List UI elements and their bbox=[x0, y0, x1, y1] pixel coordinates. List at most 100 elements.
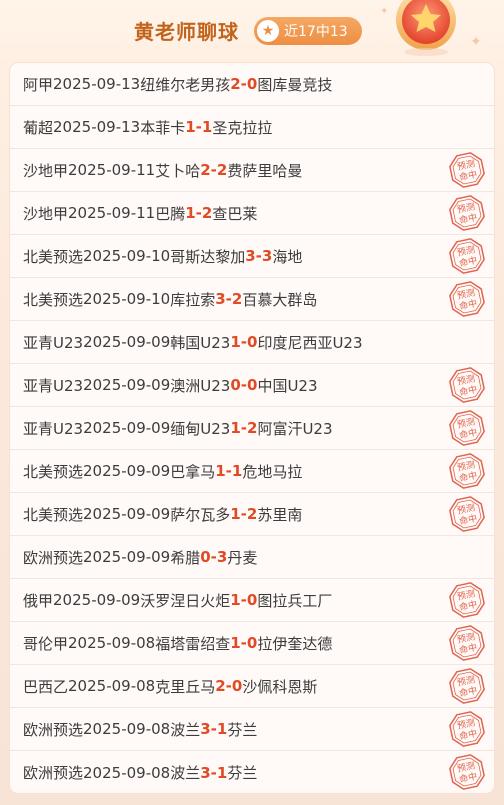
match-date: 2025-09-11 bbox=[68, 204, 156, 222]
match-home-team: 福塔雷绍查 bbox=[155, 634, 231, 653]
match-date: 2025-09-09 bbox=[83, 419, 171, 437]
match-row[interactable]: 俄甲 2025-09-09 沃罗涅日火炬 1 - 0 图拉兵工厂 预测 命中 bbox=[10, 579, 494, 622]
match-date: 2025-09-09 bbox=[83, 548, 171, 566]
prediction-hit-stamp-icon: 预测命中 bbox=[449, 754, 485, 790]
match-league: 欧洲预选 bbox=[23, 720, 84, 739]
match-away-team: 费萨里哈曼 bbox=[227, 161, 303, 180]
match-date: 2025-09-08 bbox=[83, 763, 171, 782]
prediction-hit-stamp-icon: 预测命中 bbox=[449, 281, 485, 317]
match-away-team: 海地 bbox=[272, 247, 303, 266]
match-date: 2025-09-08 bbox=[68, 634, 156, 652]
match-home-team: 哥斯达黎加 bbox=[170, 247, 246, 266]
prediction-hit-stamp-icon: 预测命中 bbox=[449, 152, 485, 188]
match-away-score: 2 bbox=[216, 161, 228, 179]
match-home-score: 1 bbox=[215, 462, 226, 480]
match-row[interactable]: 北美预选 2025-09-10 哥斯达黎加 3 - 3 海地 预测 命中 bbox=[10, 235, 494, 278]
match-league: 阿甲 bbox=[23, 75, 54, 94]
match-away-score: 0 bbox=[246, 591, 258, 609]
match-away-team: 图拉兵工厂 bbox=[257, 591, 333, 610]
match-away-team: 危地马拉 bbox=[242, 462, 303, 481]
match-row[interactable]: 亚青U23 2025-09-09 缅甸U23 1 - 2 阿富汗U23 预测 命中 bbox=[10, 407, 494, 450]
match-away-score: 0 bbox=[247, 333, 258, 351]
match-home-team: 巴腾 bbox=[155, 204, 186, 223]
match-league: 葡超 bbox=[23, 118, 54, 137]
match-away-score: 0 bbox=[247, 376, 258, 394]
match-away-team: 芬兰 bbox=[227, 720, 258, 739]
match-away-score: 0 bbox=[246, 634, 258, 652]
match-home-score: 2 bbox=[230, 75, 241, 93]
match-league: 巴西乙 bbox=[23, 677, 69, 696]
match-row[interactable]: 沙地甲 2025-09-11 巴腾 1 - 2 查巴莱 预测 命中 bbox=[10, 192, 494, 235]
match-row[interactable]: 阿甲 2025-09-13 纽维尔老男孩 2 - 0 图库曼竞技 bbox=[10, 63, 494, 106]
match-home-score: 3 bbox=[200, 720, 211, 738]
match-league: 北美预选 bbox=[23, 247, 84, 266]
match-league: 亚青U23 bbox=[23, 376, 84, 395]
match-home-score: 2 bbox=[200, 161, 211, 179]
match-home-score: 1 bbox=[230, 591, 241, 609]
match-away-score: 3 bbox=[261, 247, 273, 265]
match-away-team: 苏里南 bbox=[257, 505, 303, 524]
match-home-score: 1 bbox=[185, 204, 196, 222]
match-row[interactable]: 亚青U23 2025-09-09 韩国U23 1 - 0 印度尼西亚U23 bbox=[10, 321, 494, 364]
match-date: 2025-09-08 bbox=[83, 720, 171, 738]
match-league: 欧洲预选 bbox=[23, 764, 84, 782]
match-row[interactable]: 巴西乙 2025-09-08 克里丘马 2 - 0 沙佩科恩斯 预测 命中 bbox=[10, 665, 494, 708]
match-row[interactable]: 哥伦甲 2025-09-08 福塔雷绍查 1 - 0 拉伊奎达德 预测 命中 bbox=[10, 622, 494, 665]
match-date: 2025-09-09 bbox=[83, 333, 171, 351]
match-home-team: 缅甸U23 bbox=[170, 419, 231, 438]
match-home-team: 希腊 bbox=[170, 548, 201, 567]
match-away-team: 沙佩科恩斯 bbox=[242, 677, 318, 696]
prediction-hit-stamp-icon: 预测命中 bbox=[449, 711, 485, 747]
match-home-team: 沃罗涅日火炬 bbox=[140, 591, 231, 610]
match-row[interactable]: 葡超 2025-09-13 本菲卡 1 - 1 圣克拉拉 bbox=[10, 106, 494, 149]
match-home-score: 3 bbox=[245, 247, 256, 265]
match-home-score: 1 bbox=[230, 419, 241, 437]
match-home-score: 1 bbox=[185, 118, 196, 136]
match-row[interactable]: 亚青U23 2025-09-09 澳洲U23 0 - 0 中国U23 预测 命中 bbox=[10, 364, 494, 407]
match-date: 2025-09-10 bbox=[83, 290, 171, 308]
match-row[interactable]: 北美预选 2025-09-09 萨尔瓦多 1 - 2 苏里南 预测 命中 bbox=[10, 493, 494, 536]
match-date: 2025-09-13 bbox=[53, 75, 141, 93]
match-away-team: 中国U23 bbox=[257, 376, 318, 395]
match-home-score: 0 bbox=[200, 548, 211, 566]
match-home-score: 0 bbox=[230, 376, 241, 394]
match-date: 2025-09-13 bbox=[53, 118, 141, 136]
match-row[interactable]: 沙地甲 2025-09-11 艾卜哈 2 - 2 费萨里哈曼 预测 命中 bbox=[10, 149, 494, 192]
match-league: 欧洲预选 bbox=[23, 548, 84, 567]
match-away-team: 芬兰 bbox=[227, 764, 258, 782]
prediction-hit-stamp-icon: 预测命中 bbox=[449, 195, 485, 231]
match-row[interactable]: 北美预选 2025-09-09 巴拿马 1 - 1 危地马拉 预测 命中 bbox=[10, 450, 494, 493]
medal-icon bbox=[396, 0, 456, 56]
match-home-score: 1 bbox=[230, 333, 241, 351]
match-row[interactable]: 欧洲预选 2025-09-08 波兰 3 - 1 芬兰 预测 命中 bbox=[10, 751, 494, 793]
match-away-score: 2 bbox=[201, 204, 213, 222]
match-league: 北美预选 bbox=[23, 505, 84, 524]
match-league: 哥伦甲 bbox=[23, 634, 69, 653]
match-home-team: 澳洲U23 bbox=[170, 376, 231, 395]
match-date: 2025-09-09 bbox=[83, 462, 171, 480]
match-row[interactable]: 欧洲预选 2025-09-08 波兰 3 - 1 芬兰 预测 命中 bbox=[10, 708, 494, 751]
match-away-team: 百慕大群岛 bbox=[242, 290, 318, 309]
match-league: 俄甲 bbox=[23, 591, 54, 610]
match-home-score: 1 bbox=[230, 505, 241, 523]
match-date: 2025-09-08 bbox=[68, 677, 156, 695]
prediction-hit-stamp-icon: 预测命中 bbox=[449, 496, 485, 532]
match-league: 亚青U23 bbox=[23, 333, 84, 352]
prediction-hit-stamp-icon: 预测命中 bbox=[449, 668, 485, 704]
match-away-score: 1 bbox=[216, 763, 228, 782]
prediction-hit-stamp-icon: 预测命中 bbox=[449, 453, 485, 489]
match-away-team: 丹麦 bbox=[227, 548, 258, 567]
match-league: 北美预选 bbox=[23, 462, 84, 481]
match-away-score: 3 bbox=[216, 548, 228, 566]
match-away-team: 查巴莱 bbox=[212, 204, 258, 223]
match-date: 2025-09-09 bbox=[83, 505, 171, 523]
match-league: 北美预选 bbox=[23, 290, 84, 309]
match-date: 2025-09-11 bbox=[68, 161, 156, 179]
page-title: 黄老师聊球 bbox=[134, 20, 239, 44]
match-row[interactable]: 北美预选 2025-09-10 库拉索 3 - 2 百慕大群岛 预测 命中 bbox=[10, 278, 494, 321]
match-home-score: 1 bbox=[230, 634, 241, 652]
match-home-team: 萨尔瓦多 bbox=[170, 505, 231, 524]
match-row[interactable]: 欧洲预选 2025-09-09 希腊 0 - 3 丹麦 bbox=[10, 536, 494, 579]
match-home-team: 波兰 bbox=[170, 720, 201, 739]
match-home-team: 韩国U23 bbox=[170, 333, 231, 352]
